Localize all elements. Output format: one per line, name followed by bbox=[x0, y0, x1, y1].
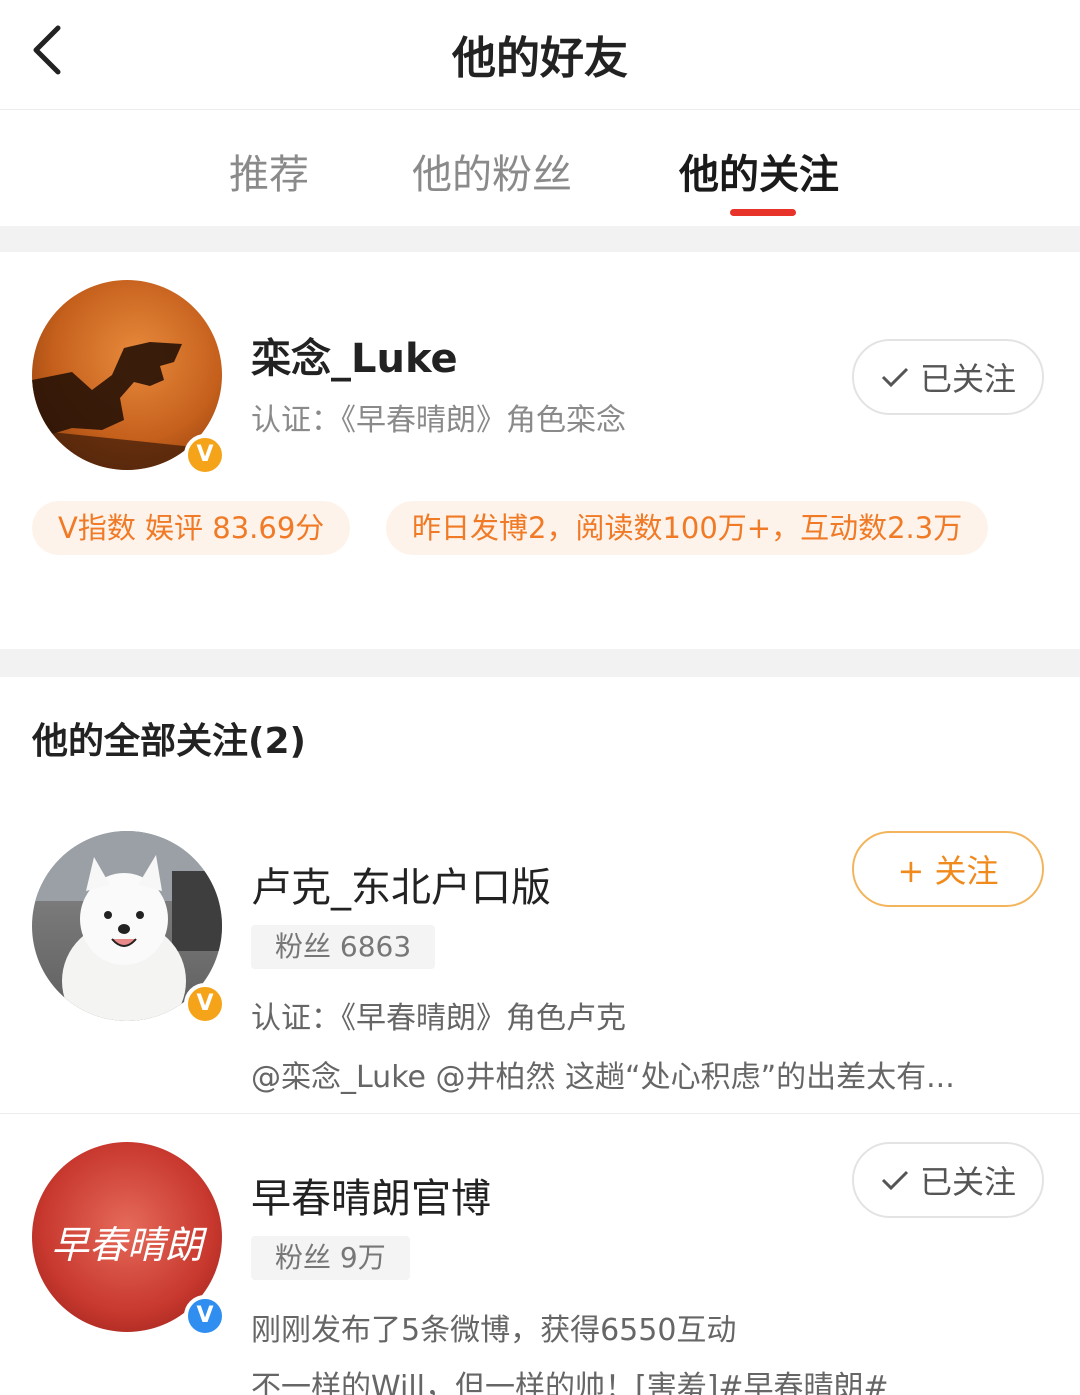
v-index-pill[interactable]: V指数 娱评 83.69分 bbox=[32, 501, 351, 555]
tab-bar: 推荐 他的粉丝 他的关注 bbox=[0, 110, 1080, 226]
activity-summary: 刚刚发布了5条微博，获得6550互动 bbox=[251, 1313, 737, 1348]
user-name[interactable]: 早春晴朗官博 bbox=[251, 1166, 491, 1224]
page-title: 他的好友 bbox=[452, 33, 628, 84]
fans-count-tag: 粉丝 9万 bbox=[251, 1236, 410, 1280]
followed-button[interactable]: 已关注 bbox=[852, 1142, 1044, 1218]
verified-badge-icon: V bbox=[184, 983, 226, 1025]
tab-followers[interactable]: 他的粉丝 bbox=[412, 142, 572, 200]
verified-badge-icon: V bbox=[184, 434, 226, 476]
followed-button-label: 已关注 bbox=[919, 1163, 1016, 1201]
fans-count-tag: 粉丝 6863 bbox=[251, 925, 436, 969]
latest-post-snippet[interactable]: @栾念_Luke @井柏然 这趟“处心积虑”的出差太有... bbox=[251, 1052, 955, 1096]
activity-stats-pill[interactable]: 昨日发博2，阅读数100万+，互动数2.3万 bbox=[386, 501, 989, 555]
navigation-bar: 他的好友 bbox=[0, 0, 1080, 110]
tab-following[interactable]: 他的关注 bbox=[679, 142, 839, 200]
verified-badge-icon: V bbox=[184, 1295, 226, 1337]
section-divider bbox=[0, 226, 1080, 252]
user-name[interactable]: 卢克_东北户口版 bbox=[251, 855, 551, 913]
followed-button-label: 已关注 bbox=[919, 360, 1016, 398]
user-verification: 认证：《早春晴朗》角色卢克 bbox=[251, 1001, 626, 1036]
follow-button[interactable]: + 关注 bbox=[852, 831, 1044, 907]
following-section-title: 他的全部关注(2) bbox=[32, 721, 306, 762]
profile-name[interactable]: 栾念_Luke bbox=[251, 326, 458, 384]
check-icon bbox=[881, 367, 909, 388]
active-tab-indicator bbox=[730, 209, 796, 216]
latest-post-snippet[interactable]: 不一样的Will，但一样的帅！[害羞]#早春晴朗# bbox=[251, 1362, 889, 1395]
tab-recommended[interactable]: 推荐 bbox=[229, 142, 309, 200]
section-divider bbox=[0, 649, 1080, 677]
check-icon bbox=[881, 1170, 909, 1191]
followed-button[interactable]: 已关注 bbox=[852, 339, 1044, 415]
avatar-logo-text: 早春晴朗 bbox=[50, 1223, 203, 1267]
profile-verification: 认证：《早春晴朗》角色栾念 bbox=[251, 403, 626, 438]
row-divider bbox=[0, 1113, 1080, 1114]
